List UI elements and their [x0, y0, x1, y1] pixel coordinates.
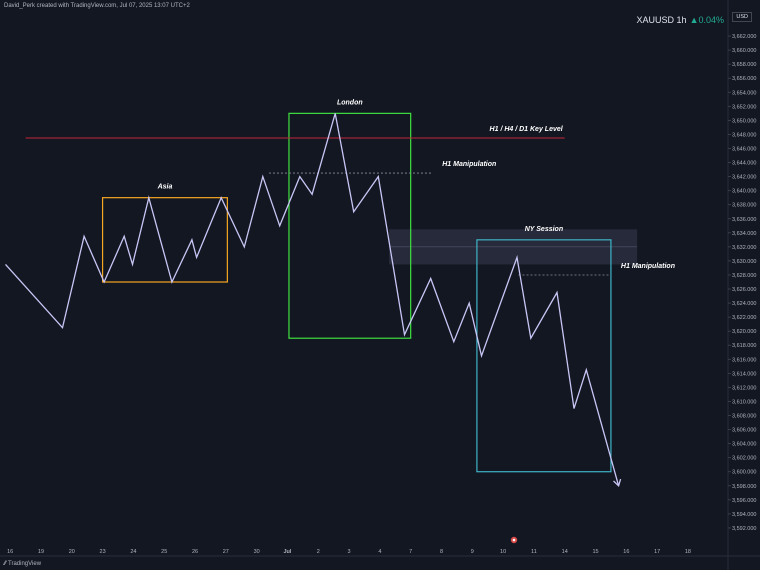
- y-tick-label: 3,658.000: [732, 62, 756, 68]
- y-tick-label: 3,652.000: [732, 104, 756, 110]
- y-tick-label: 3,602.000: [732, 456, 756, 462]
- price-chart[interactable]: 3,592.000 3,594.000 3,596.000 3,598.000 3,60…: [0, 0, 760, 570]
- x-tick-label: 15: [592, 549, 598, 555]
- y-tick-label: 3,600.000: [732, 470, 756, 476]
- y-tick-label: 3,648.000: [732, 132, 756, 138]
- y-tick-label: 3,632.000: [732, 245, 756, 251]
- x-tick-label: 27: [223, 549, 229, 555]
- key-level-label: H1 / H4 / D1 Key Level: [490, 126, 564, 133]
- x-tick-label: 19: [38, 549, 44, 555]
- manipulation-label-1: H1 Manipulation: [442, 161, 496, 168]
- y-tick-label: 3,620.000: [732, 329, 756, 335]
- x-tick-label: 4: [378, 549, 381, 555]
- tv-logo-icon: ⁄⁄: [4, 561, 7, 567]
- session-boxes: [101, 112, 612, 473]
- x-tick-label: 16: [7, 549, 13, 555]
- y-tick-label: 3,650.000: [732, 118, 756, 124]
- x-tick-label: 26: [192, 549, 198, 555]
- asia-session-box: [101, 197, 228, 283]
- x-tick-label: 17: [654, 549, 660, 555]
- y-tick-label: 3,656.000: [732, 76, 756, 82]
- price-axis[interactable]: 3,592.000 3,594.000 3,596.000 3,598.000 3,60…: [727, 0, 756, 570]
- y-tick-label: 3,630.000: [732, 259, 756, 265]
- y-tick-label: 3,660.000: [732, 48, 756, 54]
- y-tick-label: 3,636.000: [732, 217, 756, 223]
- time-axis[interactable]: 16 19 20 23 24 25 26 27 30 Jul 2 3 4 7 8 9 10 11 14 15 16 17 1…: [0, 549, 760, 557]
- x-tick-label: Jul: [283, 549, 291, 555]
- y-tick-label: 3,592.000: [732, 526, 756, 532]
- y-tick-label: 3,622.000: [732, 315, 756, 321]
- london-session-box: [288, 112, 412, 339]
- y-tick-label: 3,642.000: [732, 175, 756, 181]
- y-tick-label: 3,612.000: [732, 385, 756, 391]
- x-tick-label: 23: [100, 549, 106, 555]
- y-tick-label: 3,606.000: [732, 428, 756, 434]
- y-tick-label: 3,654.000: [732, 90, 756, 96]
- y-tick-label: 3,634.000: [732, 231, 756, 237]
- tradingview-logo[interactable]: ⁄⁄ TradingView: [4, 561, 41, 567]
- asia-session-box-label: Asia: [157, 184, 173, 191]
- x-tick-label: 20: [69, 549, 75, 555]
- y-tick-label: 3,626.000: [732, 287, 756, 293]
- brand-label: TradingView: [8, 561, 42, 567]
- y-tick-label: 3,644.000: [732, 161, 756, 167]
- price-series: [5, 113, 622, 487]
- y-tick-label: 3,618.000: [732, 343, 756, 349]
- economic-event-icon-dot: [512, 538, 516, 542]
- x-tick-label: 16: [623, 549, 629, 555]
- supply-zone: [389, 229, 638, 265]
- x-tick-label: 8: [440, 549, 443, 555]
- y-tick-label: 3,610.000: [732, 399, 756, 405]
- y-tick-label: 3,594.000: [732, 512, 756, 518]
- y-tick-label: 3,596.000: [732, 498, 756, 504]
- y-tick-label: 3,616.000: [732, 357, 756, 363]
- x-tick-label: 2: [317, 549, 320, 555]
- x-tick-label: 9: [471, 549, 474, 555]
- x-tick-label: 24: [130, 549, 136, 555]
- london-session-box-label: London: [337, 99, 363, 106]
- y-tick-label: 3,646.000: [732, 146, 756, 152]
- y-tick-label: 3,624.000: [732, 301, 756, 307]
- x-tick-label: 30: [254, 549, 260, 555]
- y-tick-label: 3,640.000: [732, 189, 756, 195]
- x-tick-label: 11: [531, 549, 537, 555]
- x-tick-label: 7: [409, 549, 412, 555]
- manipulation-label-2: H1 Manipulation: [621, 263, 675, 270]
- y-tick-label: 3,598.000: [732, 484, 756, 490]
- y-tick-label: 3,614.000: [732, 371, 756, 377]
- y-tick-label: 3,638.000: [732, 203, 756, 209]
- x-tick-label: 3: [348, 549, 351, 555]
- x-tick-label: 25: [161, 549, 167, 555]
- ny-session-box-label: NY Session: [525, 226, 563, 233]
- y-tick-label: 3,604.000: [732, 442, 756, 448]
- y-tick-label: 3,608.000: [732, 414, 756, 420]
- price-line: [5, 113, 620, 486]
- y-tick-label: 3,662.000: [732, 34, 756, 40]
- x-tick-label: 14: [562, 549, 568, 555]
- misc-markers: [510, 536, 518, 544]
- x-tick-label: 18: [685, 549, 691, 555]
- x-tick-label: 10: [500, 549, 506, 555]
- y-tick-label: 3,628.000: [732, 273, 756, 279]
